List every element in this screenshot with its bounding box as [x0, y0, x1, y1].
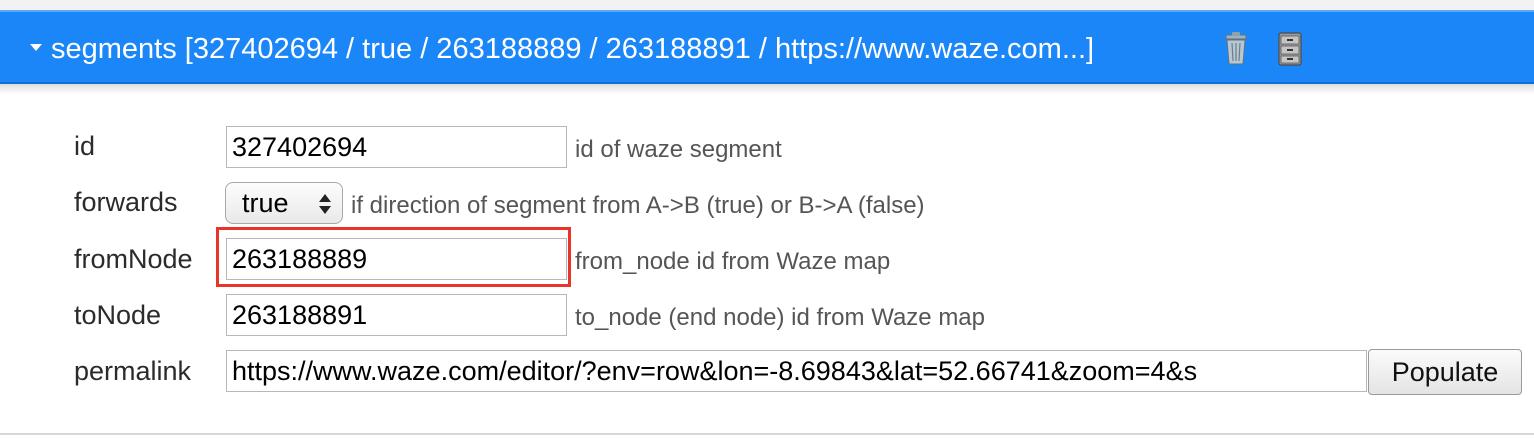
forwards-hint: if direction of segment from A->B (true)… [351, 192, 925, 219]
forwards-label: forwards [74, 187, 178, 217]
collapse-caret-icon[interactable] [30, 44, 42, 51]
segment-header-title: segments [327402694 / true / 263188889 /… [51, 33, 1095, 65]
fromnode-field[interactable]: 263188889 [226, 238, 567, 280]
segment-header-bar[interactable]: segments [327402694 / true / 263188889 /… [0, 10, 1534, 84]
select-arrows-icon [319, 194, 331, 214]
tonode-hint: to_node (end node) id from Waze map [575, 304, 986, 331]
id-hint: id of waze segment [575, 136, 782, 163]
populate-button[interactable]: Populate [1368, 349, 1522, 395]
forwards-select[interactable]: true [225, 182, 343, 224]
top-strip [0, 0, 1534, 10]
tonode-label: toNode [74, 300, 162, 330]
permalink-field[interactable]: https://www.waze.com/editor/?env=row&lon… [226, 350, 1367, 392]
header-shadow [0, 84, 1534, 94]
id-field[interactable]: 327402694 [226, 126, 567, 168]
id-label: id [74, 131, 96, 161]
forwards-selected-value: true [242, 188, 289, 218]
permalink-label: permalink [74, 356, 192, 386]
fromnode-label: fromNode [74, 244, 193, 274]
bottom-divider [0, 433, 1534, 435]
fromnode-hint: from_node id from Waze map [575, 248, 891, 275]
tonode-field[interactable]: 263188891 [226, 294, 567, 336]
file-cabinet-icon[interactable] [1272, 31, 1308, 67]
trash-icon[interactable] [1218, 31, 1254, 67]
